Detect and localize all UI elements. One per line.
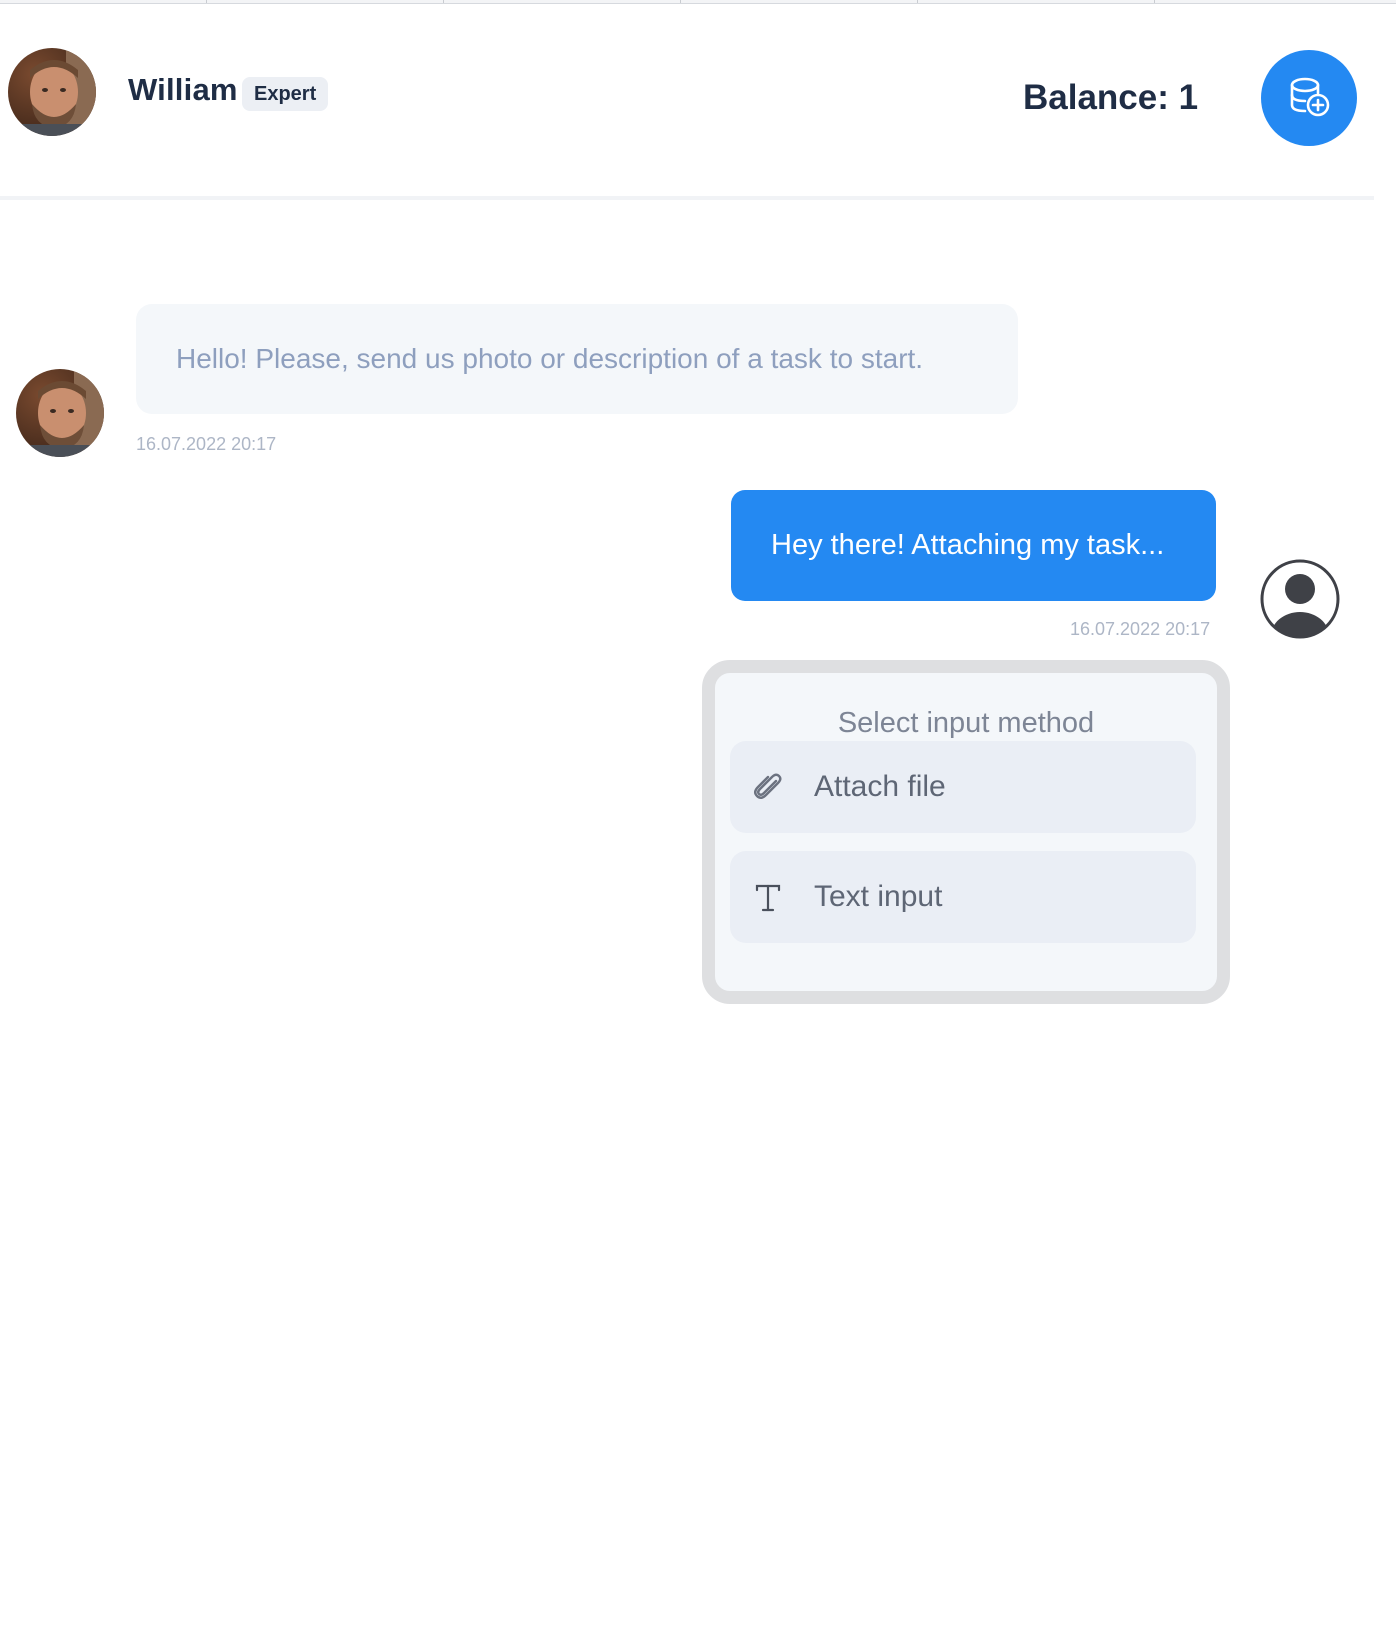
text-input-label: Text input (814, 880, 943, 913)
text-t-icon (750, 879, 786, 915)
message-timestamp: 16.07.2022 20:17 (136, 434, 277, 454)
chat-header: William Expert Balance: 1 (0, 0, 1374, 200)
text-input-option[interactable]: Text input (730, 851, 1196, 943)
balance-label: Balance: 1 (1023, 78, 1199, 117)
add-balance-button[interactable] (1261, 50, 1357, 146)
expert-name: William (128, 72, 238, 107)
attach-file-label: Attach file (814, 770, 946, 803)
user-message-bubble: Hey there! Attaching my task... (731, 490, 1216, 601)
expert-badge: Expert (242, 77, 329, 111)
paperclip-icon (750, 769, 786, 805)
expert-avatar[interactable] (8, 48, 96, 136)
expert-message-avatar (16, 369, 104, 457)
attach-file-option[interactable]: Attach file (730, 741, 1196, 833)
expert-message-bubble: Hello! Please, send us photo or descript… (136, 304, 1018, 414)
picker-title: Select input method (837, 707, 1095, 739)
message-timestamp: 16.07.2022 20:17 (1070, 619, 1211, 639)
user-avatar-icon (1259, 558, 1341, 640)
